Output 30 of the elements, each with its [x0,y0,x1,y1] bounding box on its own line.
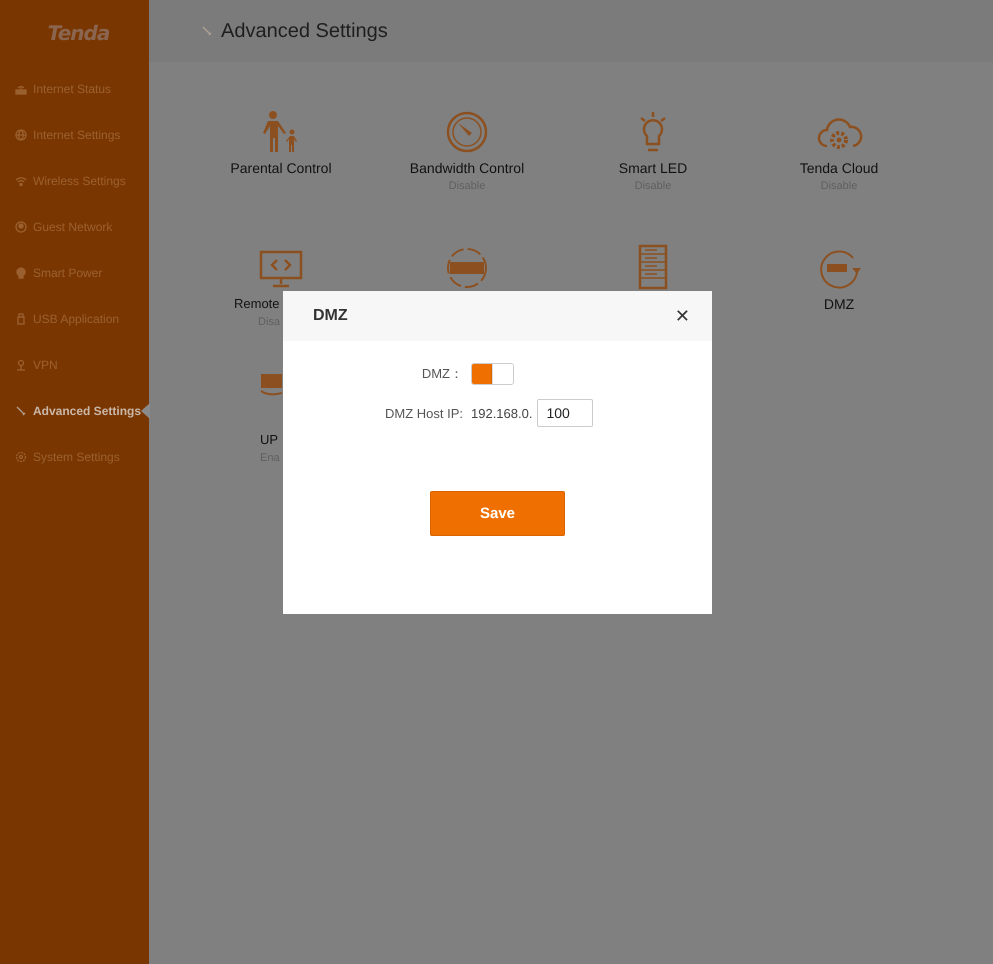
wrench-icon [15,405,27,417]
wifi-icon [15,175,27,187]
pointer-icon [141,403,150,419]
sidebar-item[interactable]: Advanced Settings [0,388,149,434]
feature-label[interactable]: UP [260,432,278,448]
feature-label[interactable]: Tenda Cloud [800,160,878,176]
feature-label[interactable]: DMZ [824,296,854,312]
page-title: Advanced Settings [221,20,388,42]
feature-label[interactable]: Parental Control [230,160,332,176]
router-icon [15,83,27,95]
monitor-code-icon [259,250,303,290]
host-ip-field[interactable]: 100 [537,399,594,427]
person-icon [15,359,27,371]
wrench-icon [201,25,213,37]
feature-label[interactable]: Smart LED [618,160,688,176]
ip-prefix: 192.168.0. [471,406,532,420]
brand-logo: Tenda [46,20,110,47]
dialog-title: DMZ [313,307,348,325]
field-label: DMZ： [422,365,463,383]
usb-icon [15,313,27,325]
server-rack-icon [637,244,669,290]
bulb-icon [15,267,27,279]
gear-icon [15,451,27,463]
dmz-toggle[interactable] [471,363,514,385]
gauge-icon [445,110,489,154]
save-button[interactable]: Save [430,491,565,536]
feature-label[interactable]: Bandwidth Control [410,160,524,176]
field-label: DMZ Host IP: [384,406,463,420]
close-button[interactable]: ✕ [672,306,692,326]
feature-label[interactable]: Remote [234,296,280,312]
